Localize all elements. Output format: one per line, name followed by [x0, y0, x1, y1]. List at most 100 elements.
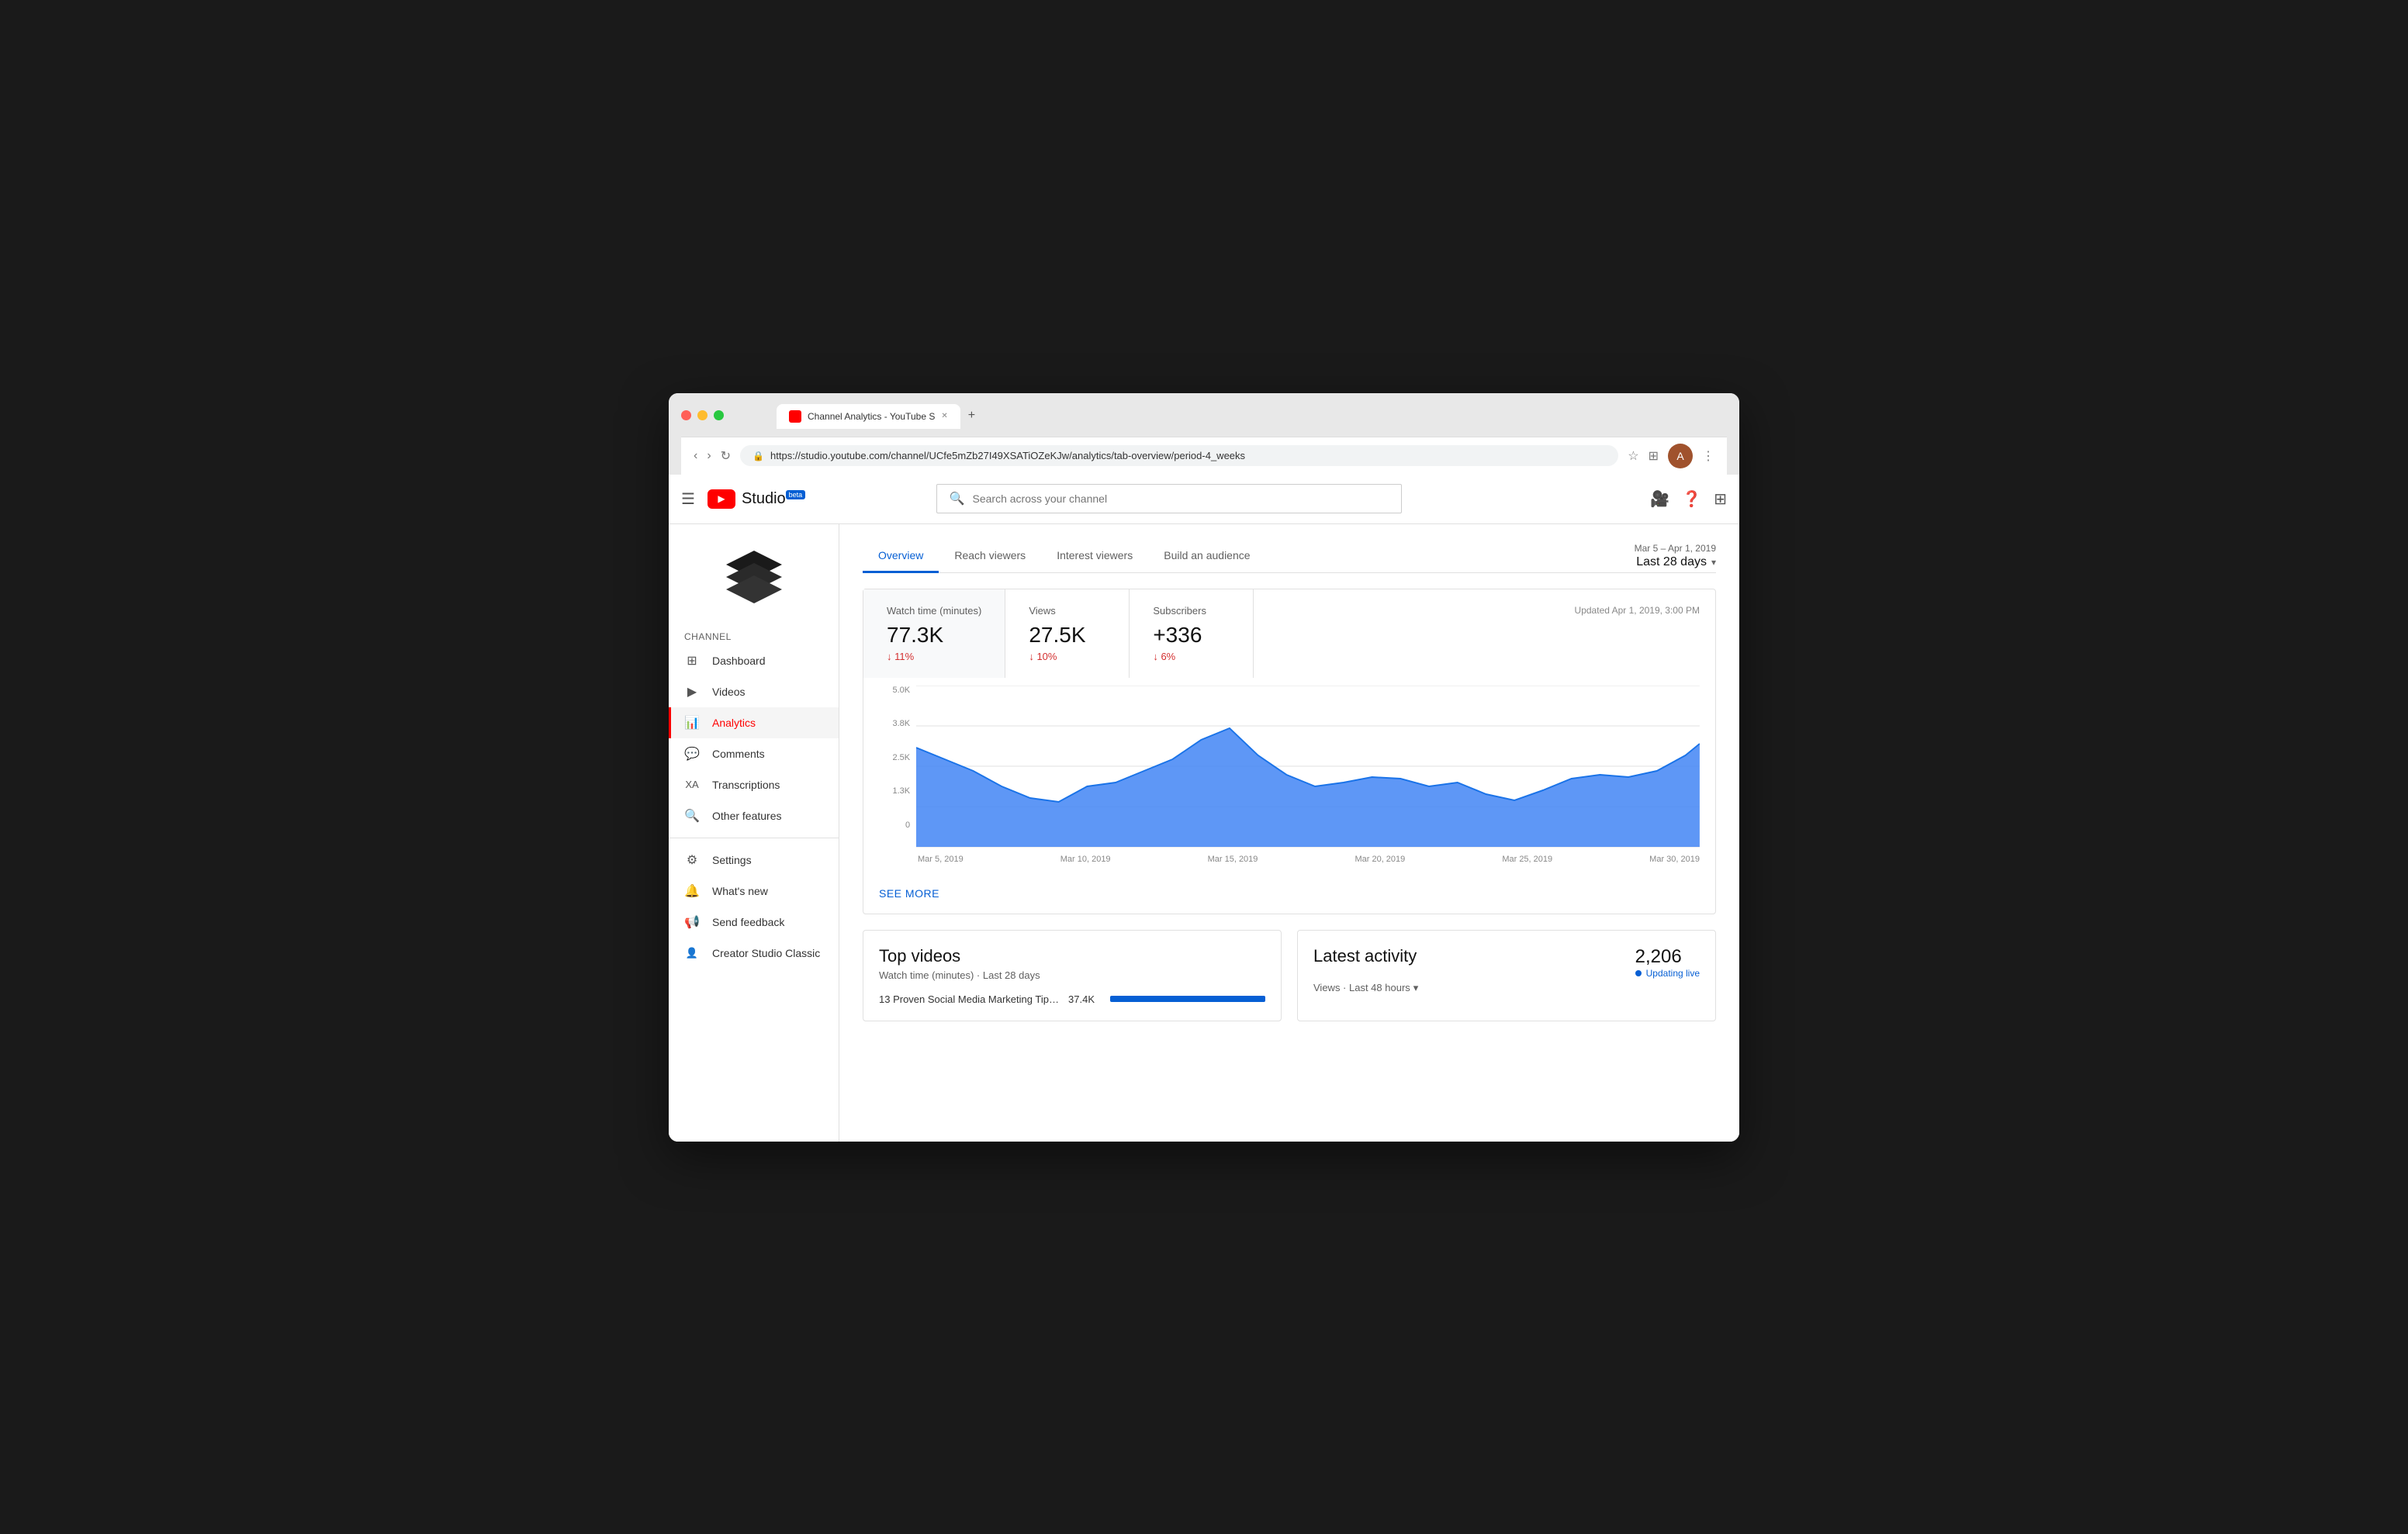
address-bar[interactable]: 🔒 https://studio.youtube.com/channel/UCf… — [740, 445, 1618, 466]
x-label-mar30: Mar 30, 2019 — [1649, 855, 1700, 864]
url-text: https://studio.youtube.com/channel/UCfe5… — [770, 450, 1245, 461]
maximize-window-button[interactable] — [714, 410, 724, 420]
latest-activity-title: Latest activity — [1313, 946, 1417, 966]
views-period[interactable]: Views · Last 48 hours ▾ — [1313, 982, 1700, 994]
back-button[interactable]: ‹ — [694, 449, 697, 463]
sidebar-label-whats-new: What's new — [712, 885, 768, 897]
date-range-text: Mar 5 – Apr 1, 2019 — [1635, 543, 1716, 554]
hamburger-menu-button[interactable]: ☰ — [681, 489, 695, 509]
chart-wrapper: 5.0K 3.8K 2.5K 1.3K 0 — [863, 678, 1715, 872]
channel-logo — [723, 548, 785, 610]
tab-overview[interactable]: Overview — [863, 540, 939, 573]
sidebar-label-other: Other features — [712, 810, 782, 822]
dropdown-chevron-icon: ▾ — [1711, 557, 1716, 568]
comments-icon: 💬 — [684, 746, 700, 762]
top-videos-title: Top videos — [879, 946, 1265, 966]
search-icon: 🔍 — [950, 491, 965, 506]
video-title: 13 Proven Social Media Marketing Tips f.… — [879, 993, 1059, 1005]
sidebar-label-dashboard: Dashboard — [712, 655, 766, 667]
layers-icon[interactable]: ⊞ — [1649, 448, 1659, 464]
x-axis: Mar 5, 2019 Mar 10, 2019 Mar 15, 2019 Ma… — [879, 855, 1700, 864]
minimize-window-button[interactable] — [697, 410, 708, 420]
y-label-3_8k: 3.8K — [892, 719, 910, 728]
y-label-2_5k: 2.5K — [892, 753, 910, 762]
tab-interest-viewers[interactable]: Interest viewers — [1041, 540, 1148, 573]
see-more-link[interactable]: SEE MORE — [879, 887, 939, 900]
feedback-icon: 📢 — [684, 914, 700, 930]
menu-icon[interactable]: ⋮ — [1702, 448, 1714, 464]
app-container: ☰ Studiobeta 🔍 🎥 ❓ ⊞ — [669, 475, 1739, 1142]
youtube-logo-icon — [708, 489, 735, 509]
browser-titlebar: Channel Analytics - YouTube S ✕ + ‹ › ↻ … — [669, 393, 1739, 475]
studio-text: Studio — [742, 490, 786, 507]
latest-count-value: 2,206 — [1635, 946, 1682, 967]
sidebar-item-analytics[interactable]: 📊 Analytics — [669, 707, 839, 738]
studio-label: Studiobeta — [742, 490, 805, 508]
top-videos-card: Top videos Watch time (minutes) · Last 2… — [863, 930, 1282, 1021]
top-videos-subtitle: Watch time (minutes) · Last 28 days — [879, 969, 1265, 981]
sidebar-label-videos: Videos — [712, 686, 746, 698]
y-label-5k: 5.0K — [892, 686, 910, 695]
youtube-tab-icon — [789, 410, 801, 423]
stat-card-watch-time[interactable]: Watch time (minutes) 77.3K ↓ 11% — [863, 589, 1005, 678]
browser-avatar[interactable]: A — [1668, 444, 1693, 468]
tab-build-audience[interactable]: Build an audience — [1148, 540, 1265, 573]
content-area: Overview Reach viewers Interest viewers … — [839, 524, 1739, 1142]
tab-reach-viewers[interactable]: Reach viewers — [939, 540, 1041, 573]
layers-nav-icon[interactable]: ⊞ — [1714, 489, 1727, 509]
search-bar[interactable]: 🔍 — [936, 484, 1402, 513]
beta-badge: beta — [786, 490, 806, 499]
video-bar — [1110, 996, 1265, 1002]
main-layout: Channel ⊞ Dashboard ▶ Videos 📊 Analytics… — [669, 524, 1739, 1142]
whats-new-icon: 🔔 — [684, 883, 700, 899]
stats-row: Watch time (minutes) 77.3K ↓ 11% Views 2… — [863, 589, 1715, 678]
latest-header: Latest activity 2,206 Updating live — [1313, 946, 1700, 979]
sidebar-item-videos[interactable]: ▶ Videos — [669, 676, 839, 707]
subscribers-change: ↓ 6% — [1153, 651, 1230, 662]
sidebar-item-dashboard[interactable]: ⊞ Dashboard — [669, 645, 839, 676]
lock-icon: 🔒 — [752, 451, 764, 461]
close-window-button[interactable] — [681, 410, 691, 420]
updated-text: Updated Apr 1, 2019, 3:00 PM — [1575, 605, 1700, 616]
views-label: Views — [1029, 605, 1105, 617]
watch-time-value: 77.3K — [887, 623, 981, 648]
stat-card-subscribers[interactable]: Subscribers +336 ↓ 6% — [1130, 589, 1254, 678]
x-label-mar15: Mar 15, 2019 — [1208, 855, 1258, 864]
refresh-button[interactable]: ↻ — [721, 448, 731, 464]
new-tab-button[interactable]: + — [962, 403, 981, 429]
help-icon[interactable]: ❓ — [1682, 489, 1701, 509]
views-dropdown-icon: ▾ — [1413, 982, 1419, 994]
sidebar-item-other[interactable]: 🔍 Other features — [669, 800, 839, 831]
x-label-mar10: Mar 10, 2019 — [1060, 855, 1111, 864]
stats-chart-container: Watch time (minutes) 77.3K ↓ 11% Views 2… — [863, 589, 1716, 914]
tab-close-button[interactable]: ✕ — [941, 412, 947, 420]
forward-button[interactable]: › — [707, 449, 711, 463]
x-label-mar5: Mar 5, 2019 — [918, 855, 964, 864]
create-video-icon[interactable]: 🎥 — [1650, 489, 1669, 509]
channel-avatar — [669, 524, 839, 625]
x-label-mar20: Mar 20, 2019 — [1354, 855, 1405, 864]
sidebar-item-transcriptions[interactable]: XA Transcriptions — [669, 769, 839, 800]
views-period-text: Views · Last 48 hours — [1313, 982, 1410, 993]
tab-bar: Channel Analytics - YouTube S ✕ + — [777, 403, 981, 429]
analytics-icon: 📊 — [684, 715, 700, 731]
sidebar-item-creator-classic[interactable]: 👤 Creator Studio Classic — [669, 938, 839, 969]
chart-with-y-axis: 5.0K 3.8K 2.5K 1.3K 0 — [879, 686, 1700, 848]
sidebar-label-comments: Comments — [712, 748, 765, 760]
stat-card-views[interactable]: Views 27.5K ↓ 10% — [1005, 589, 1130, 678]
watch-time-label: Watch time (minutes) — [887, 605, 981, 617]
browser-tab-active[interactable]: Channel Analytics - YouTube S ✕ — [777, 404, 960, 429]
views-change: ↓ 10% — [1029, 651, 1105, 662]
search-input[interactable] — [973, 492, 1389, 505]
sidebar-item-whats-new[interactable]: 🔔 What's new — [669, 876, 839, 907]
date-selector[interactable]: Mar 5 – Apr 1, 2019 Last 28 days ▾ — [1635, 543, 1716, 569]
x-label-mar25: Mar 25, 2019 — [1502, 855, 1552, 864]
sidebar-item-send-feedback[interactable]: 📢 Send feedback — [669, 907, 839, 938]
bookmark-icon[interactable]: ☆ — [1628, 448, 1638, 464]
browser-window: Channel Analytics - YouTube S ✕ + ‹ › ↻ … — [669, 393, 1739, 1142]
sidebar-item-settings[interactable]: ⚙ Settings — [669, 845, 839, 876]
y-label-1_3k: 1.3K — [892, 786, 910, 796]
analytics-tabs: Overview Reach viewers Interest viewers … — [863, 540, 1716, 573]
latest-activity-card: Latest activity 2,206 Updating live View… — [1297, 930, 1716, 1021]
sidebar-item-comments[interactable]: 💬 Comments — [669, 738, 839, 769]
